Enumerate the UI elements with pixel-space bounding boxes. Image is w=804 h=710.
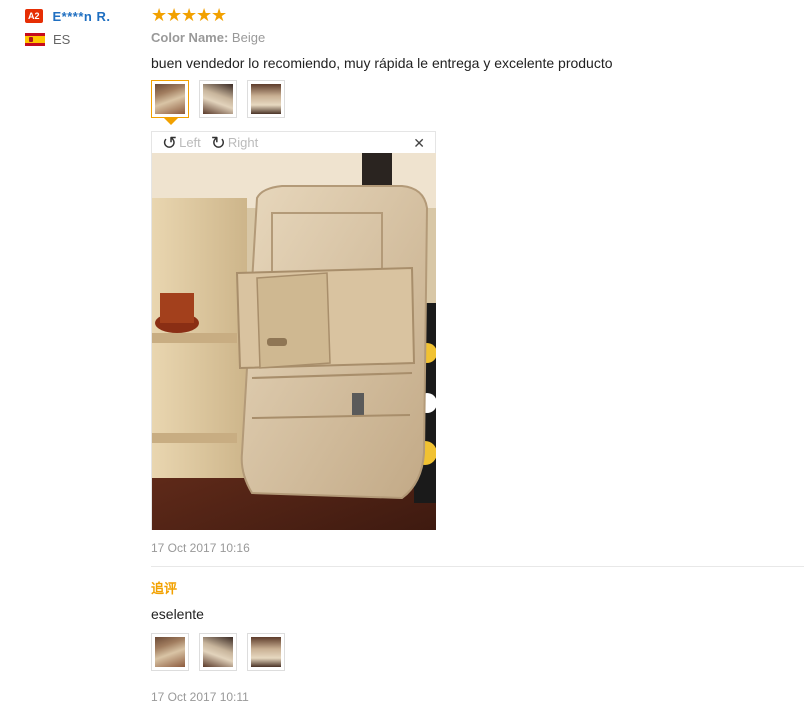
review-thumbnail-2[interactable] <box>199 80 237 118</box>
followup-thumbnail-2[interactable] <box>199 633 237 671</box>
followup-label: 追评 <box>151 581 178 596</box>
review-photo-image <box>152 153 436 530</box>
followup-text: eselente <box>151 606 204 622</box>
rotate-right-icon: ↻ <box>210 132 226 153</box>
review-thumbnail-1[interactable] <box>151 80 189 125</box>
reviewer-country: ES <box>25 32 140 47</box>
reviewer-name: E****n R. <box>52 8 111 24</box>
color-name-value: Beige <box>231 30 266 45</box>
followup-thumbnails <box>151 633 295 671</box>
rotate-left-button[interactable]: ↺ Left <box>162 134 201 152</box>
star-icon: ★ <box>166 5 183 25</box>
selected-caret-icon <box>164 118 178 125</box>
country-code: ES <box>53 32 71 47</box>
review-date: 17 Oct 2017 10:16 <box>151 541 250 555</box>
review-photo <box>152 153 436 530</box>
followup-thumbnail-3[interactable] <box>247 633 285 671</box>
rotate-right-label: Right <box>227 135 259 150</box>
image-viewer: ↺ Left ↻ Right ✕ <box>151 131 436 530</box>
review-text: buen vendedor lo recomiendo, muy rápida … <box>151 55 613 71</box>
review-thumbnail-3[interactable] <box>247 80 285 118</box>
followup-date: 17 Oct 2017 10:11 <box>151 690 249 704</box>
reviewer-panel: A2 E****n R. ES <box>25 6 140 47</box>
star-icon: ★ <box>196 5 213 25</box>
review-thumbnails <box>151 80 295 125</box>
rotate-left-icon: ↺ <box>162 132 178 153</box>
rotate-left-label: Left <box>179 135 201 150</box>
star-icon: ★ <box>181 5 198 25</box>
product-variant: Color Name: Beige <box>151 30 265 45</box>
color-name-label: Color Name: <box>151 30 229 45</box>
divider <box>151 566 804 567</box>
followup-thumbnail-1[interactable] <box>151 633 189 671</box>
viewer-toolbar: ↺ Left ↻ Right ✕ <box>152 132 435 153</box>
close-icon[interactable]: ✕ <box>413 135 425 152</box>
buyer-level-badge: A2 <box>25 9 43 23</box>
star-rating: ★ ★ ★ ★ ★ <box>151 5 228 25</box>
spain-flag-icon <box>25 33 45 46</box>
rotate-right-button[interactable]: ↻ Right <box>211 134 258 152</box>
reviewer-row: A2 E****n R. <box>25 6 140 26</box>
star-icon: ★ <box>151 5 168 25</box>
star-icon: ★ <box>211 5 228 25</box>
